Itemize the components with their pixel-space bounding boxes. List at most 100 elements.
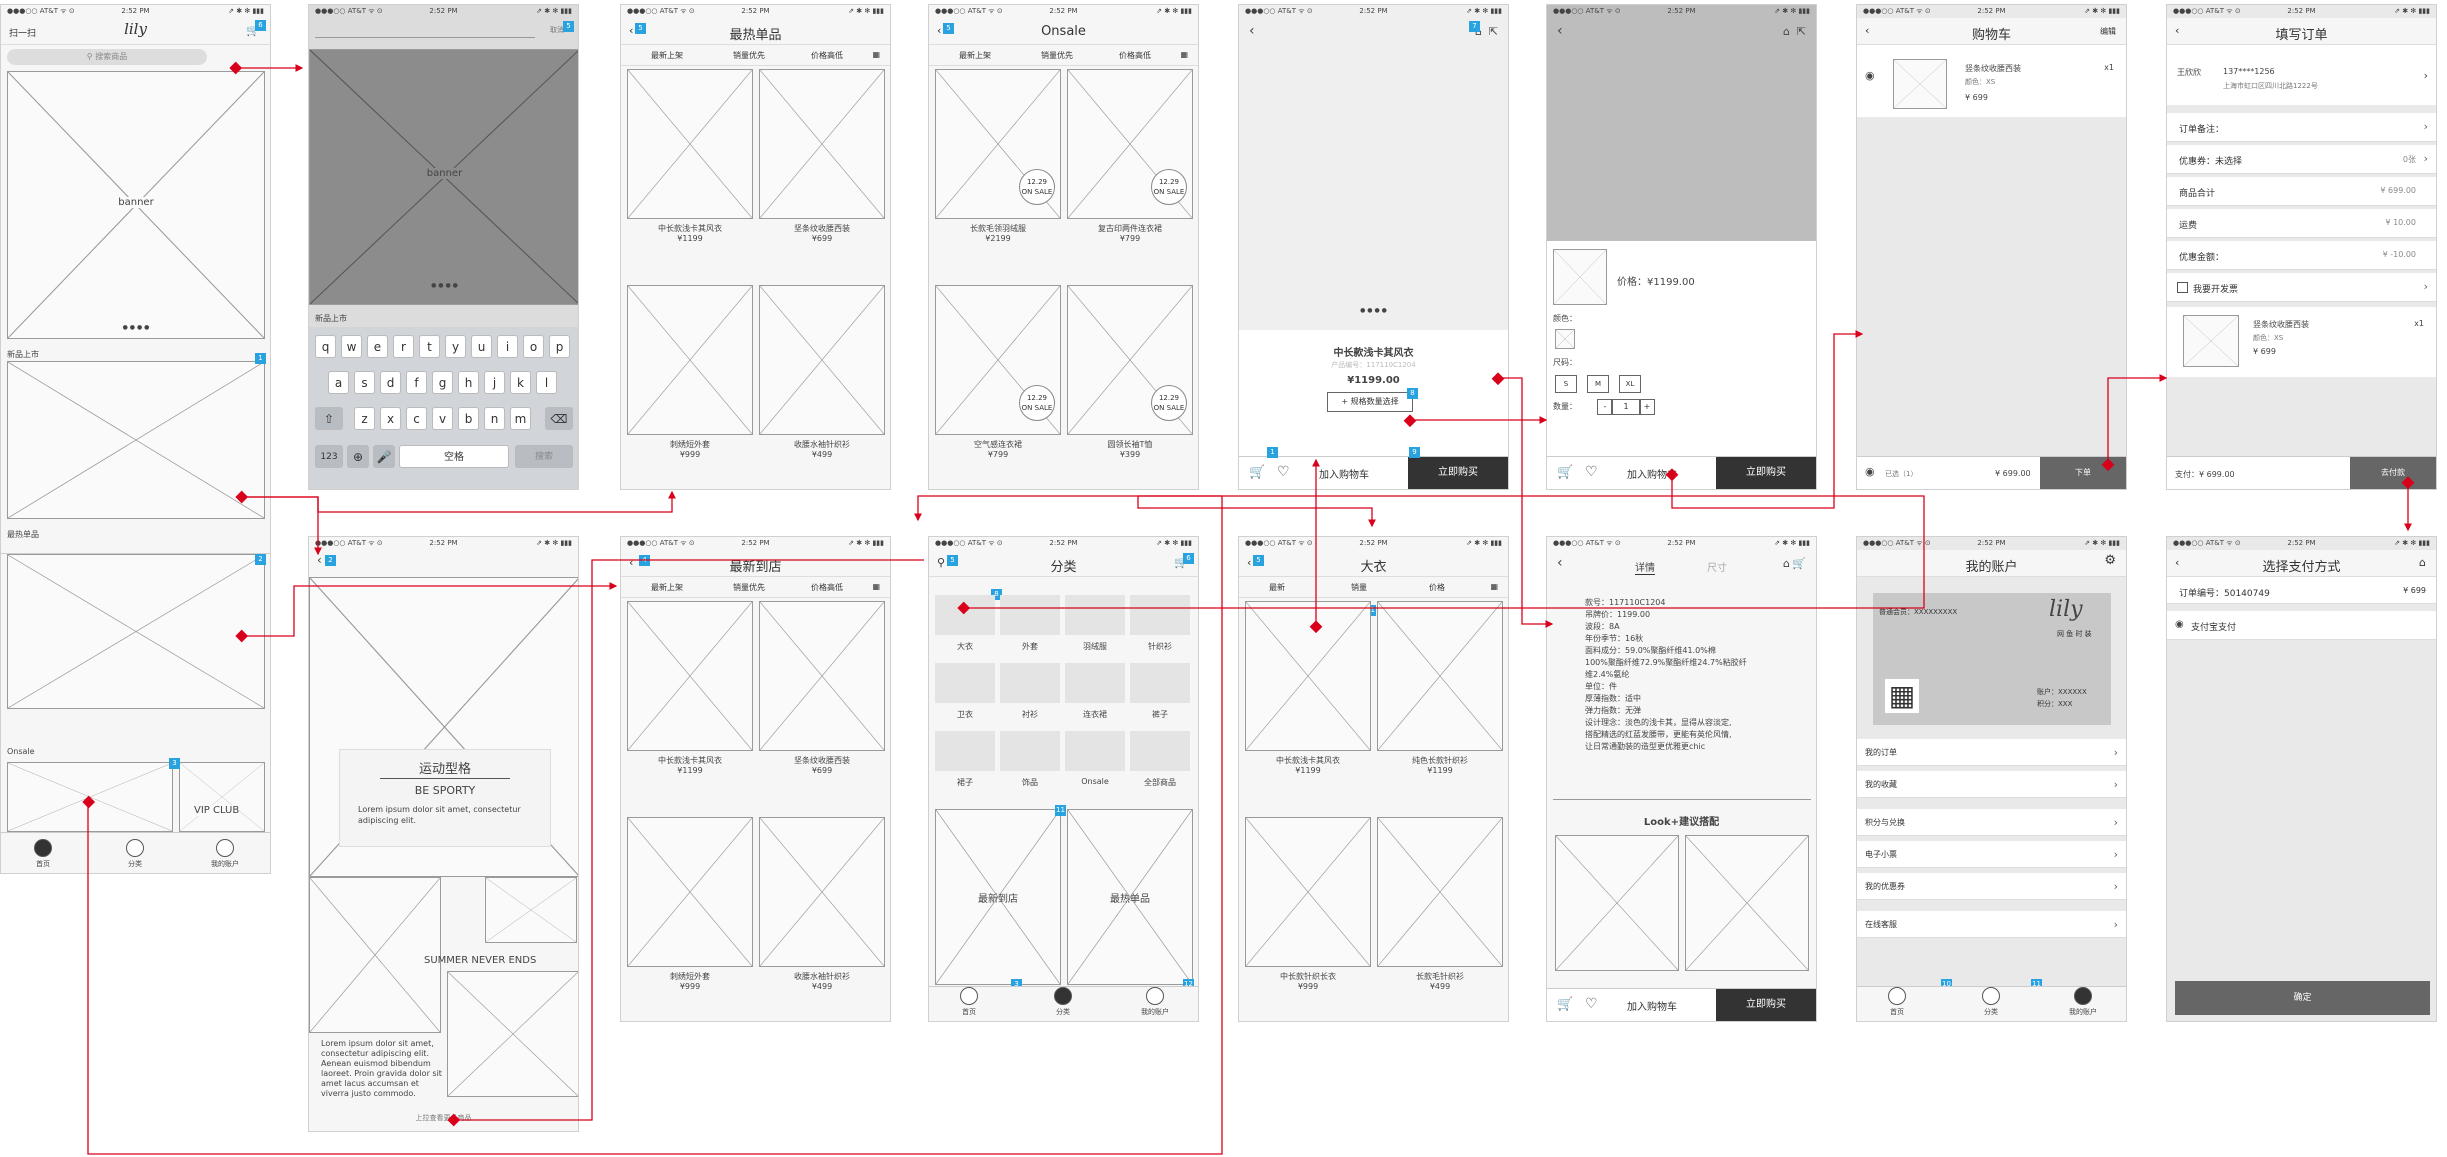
key-r[interactable]: r <box>393 335 414 358</box>
key-s[interactable]: s <box>354 371 375 394</box>
sort-newest[interactable]: 最新 <box>1269 582 1285 593</box>
check-icon[interactable]: ◉ <box>1865 69 1875 82</box>
back-icon[interactable]: ‹ <box>317 553 322 567</box>
gear-icon[interactable]: ⚙ <box>2104 553 2116 568</box>
invoice-checkbox[interactable] <box>2177 282 2188 293</box>
heart-icon[interactable]: ♡ <box>1585 464 1598 480</box>
product-card[interactable] <box>1245 601 1371 751</box>
globe-icon[interactable]: ⊕ <box>347 445 369 468</box>
check-icon[interactable]: ◉ <box>2175 619 2184 630</box>
product-card[interactable] <box>1377 817 1503 967</box>
key-j[interactable]: j <box>484 371 505 394</box>
tab-account[interactable]: 我的账户 <box>195 839 255 869</box>
menu-item[interactable]: 我的订单 › <box>1857 739 2126 766</box>
sort-price[interactable]: 价格高低 <box>811 50 843 61</box>
grid-icon[interactable]: ▦ <box>872 582 880 591</box>
cart-icon[interactable]: 🛒 <box>1557 997 1573 1012</box>
category-tile[interactable] <box>935 663 995 703</box>
menu-item[interactable]: 电子小票 › <box>1857 841 2126 868</box>
order-row[interactable]: 订单备注： › <box>2167 113 2436 142</box>
product-card[interactable] <box>627 69 753 219</box>
look-placeholder[interactable] <box>1555 835 1679 971</box>
menu-item[interactable]: 我的优惠券 › <box>1857 873 2126 900</box>
product-card[interactable] <box>627 285 753 435</box>
grid-icon[interactable]: ▦ <box>1180 50 1188 59</box>
search-input[interactable] <box>315 23 535 38</box>
place-order-button[interactable]: 下单 <box>2040 457 2126 489</box>
category-tile[interactable] <box>1130 663 1190 703</box>
category-tile[interactable] <box>1000 595 1060 635</box>
grid-icon[interactable]: ▦ <box>872 50 880 59</box>
share-icon[interactable]: ⇱ <box>1797 25 1806 38</box>
category-tile[interactable] <box>1130 731 1190 771</box>
cart-icon[interactable]: 🛒 <box>1249 465 1265 480</box>
order-row[interactable]: 优惠金额： ¥ -10.00 <box>2167 241 2436 270</box>
grid-icon[interactable]: ▦ <box>1490 582 1498 591</box>
qr-code-icon[interactable]: ▦ <box>1885 679 1919 713</box>
heart-icon[interactable]: ♡ <box>1277 464 1290 480</box>
heart-icon[interactable]: ♡ <box>1585 996 1598 1012</box>
category-tile[interactable] <box>1065 663 1125 703</box>
tab-size[interactable]: 尺寸 <box>1707 559 1727 574</box>
key-w[interactable]: w <box>341 335 362 358</box>
back-icon[interactable]: ‹ <box>1557 23 1563 39</box>
product-card[interactable] <box>1377 601 1503 751</box>
category-tile[interactable] <box>1000 663 1060 703</box>
sort-sales[interactable]: 销量 <box>1351 582 1367 593</box>
sort-price[interactable]: 价格高低 <box>1119 50 1151 61</box>
order-row[interactable]: 商品合计 ¥ 699.00 <box>2167 177 2436 206</box>
tab-category[interactable]: 分类 <box>105 839 165 869</box>
key-f[interactable]: f <box>406 371 427 394</box>
check-icon[interactable]: ◉ <box>1865 465 1875 478</box>
key-o[interactable]: o <box>523 335 544 358</box>
category-tile[interactable] <box>1130 595 1190 635</box>
category-tile[interactable] <box>1065 731 1125 771</box>
address-block[interactable]: 王欣欣 137****1256 上海市虹口区四川北路1222号 › <box>2167 45 2436 105</box>
vip-placeholder[interactable]: VIP CLUB <box>179 762 265 832</box>
sort-newest[interactable]: 最新上架 <box>959 50 991 61</box>
key-t[interactable]: t <box>419 335 440 358</box>
category-tile[interactable] <box>935 731 995 771</box>
product-card[interactable] <box>759 817 885 967</box>
shift-key[interactable]: ⇧ <box>315 407 343 430</box>
sort-newest[interactable]: 最新上架 <box>651 582 683 593</box>
key-p[interactable]: p <box>549 335 570 358</box>
key-l[interactable]: l <box>536 371 557 394</box>
back-icon[interactable]: ‹ <box>1249 23 1255 39</box>
product-card[interactable] <box>759 285 885 435</box>
edit-button[interactable]: 编辑 <box>2100 26 2116 37</box>
category-tile[interactable] <box>1065 595 1125 635</box>
home-icon[interactable]: ⌂ <box>2419 556 2426 569</box>
share-icon[interactable]: ⇱ <box>1489 25 1498 38</box>
hot-items-placeholder[interactable] <box>7 554 265 709</box>
order-row[interactable]: 运费 ¥ 10.00 <box>2167 209 2436 238</box>
tab-account[interactable]: 我的账户 <box>1125 987 1185 1017</box>
new-arrivals-placeholder[interactable] <box>7 361 265 519</box>
home-icon[interactable]: ⌂ <box>1783 557 1790 570</box>
key-b[interactable]: b <box>458 407 479 430</box>
tab-home[interactable]: 首页 <box>1867 987 1927 1017</box>
tab-category[interactable]: 分类 <box>1033 987 1093 1017</box>
search-key[interactable]: 搜索 <box>515 445 573 468</box>
qty-input[interactable]: 1 <box>1611 399 1641 415</box>
space-key[interactable]: 空格 <box>399 445 509 468</box>
tab-account[interactable]: 我的账户 <box>2053 987 2113 1017</box>
sort-sales[interactable]: 销量优先 <box>733 50 765 61</box>
key-x[interactable]: x <box>380 407 401 430</box>
pay-button[interactable]: 去付款 <box>2350 457 2436 489</box>
menu-item[interactable]: 我的收藏 › <box>1857 771 2126 798</box>
key-i[interactable]: i <box>497 335 518 358</box>
key-q[interactable]: q <box>315 335 336 358</box>
promo-hot[interactable]: 最热单品 <box>1067 809 1193 985</box>
mic-icon[interactable]: 🎤 <box>373 445 395 468</box>
key-n[interactable]: n <box>484 407 505 430</box>
key-c[interactable]: c <box>406 407 427 430</box>
spec-select-button[interactable]: + 规格数量选择 <box>1327 392 1413 412</box>
sort-price[interactable]: 价格高低 <box>811 582 843 593</box>
look-placeholder[interactable] <box>447 971 578 1097</box>
sort-price[interactable]: 价格 <box>1429 582 1445 593</box>
key-k[interactable]: k <box>510 371 531 394</box>
sort-sales[interactable]: 销量优先 <box>733 582 765 593</box>
key-g[interactable]: g <box>432 371 453 394</box>
cancel-button[interactable]: 取消 <box>550 25 564 35</box>
